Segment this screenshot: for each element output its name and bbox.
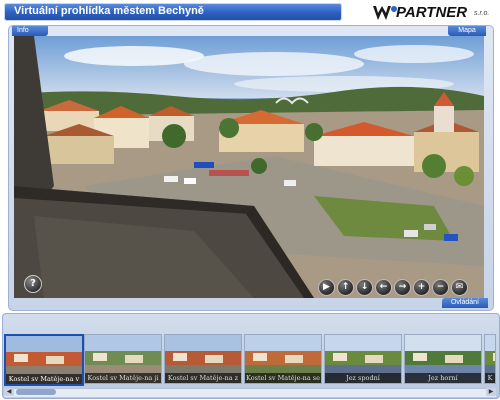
logo-name: PARTNER (396, 4, 468, 21)
window-title: Virtuální prohlídka městem Bechyně (14, 5, 204, 17)
tab-info[interactable]: Info (12, 26, 48, 36)
help-button[interactable]: ? (24, 275, 42, 293)
thumbnail-label: K (485, 373, 495, 383)
thumbnail-label: Kostel sv Matěje-na se (245, 373, 321, 383)
scrollbar-thumb[interactable] (16, 389, 56, 395)
arrow-left-icon[interactable]: ← (375, 279, 392, 296)
arrow-down-icon[interactable]: ↓ (356, 279, 373, 296)
thumbnail-label: Jez horní (405, 373, 481, 383)
mail-icon[interactable]: ✉ (451, 279, 468, 296)
thumbnail-item[interactable]: Kostel sv Matěje-na z (164, 334, 242, 384)
play-icon[interactable]: ▶ (318, 279, 335, 296)
thumbnail-label: Kostel sv Matěje-na v (6, 374, 82, 384)
thumbnail-item[interactable]: Kostel sv Matěje-na se (244, 334, 322, 384)
thumbnail-label: Kostel sv Matěje-na z (165, 373, 241, 383)
logo-suffix: s.r.o. (474, 10, 490, 17)
thumbnail-item[interactable]: Kostel sv Matěje-na ji (84, 334, 162, 384)
title-bar: Virtuální prohlídka městem Bechyně (4, 3, 342, 21)
scroll-left-icon[interactable]: ◀ (4, 388, 14, 396)
thumbnail-label: Jez spodní (325, 373, 401, 383)
thumbnail-item[interactable]: Jez horní (404, 334, 482, 384)
tab-map[interactable]: Mapa (448, 26, 486, 36)
partner-logo-mark (373, 6, 397, 20)
panorama-image[interactable] (14, 36, 484, 298)
partner-logo: PARTNER s.r.o. (372, 4, 498, 24)
tab-controls[interactable]: Ovládání (442, 298, 488, 308)
arrow-right-icon[interactable]: → (394, 279, 411, 296)
thumbnail-item[interactable]: Kostel sv Matěje-na v (4, 334, 84, 386)
arrow-up-icon[interactable]: ↑ (337, 279, 354, 296)
thumbnail-scrollbar[interactable] (4, 388, 496, 397)
zoom-in-icon[interactable]: + (413, 279, 430, 296)
panorama-viewer[interactable] (14, 36, 484, 298)
zoom-out-icon[interactable]: − (432, 279, 449, 296)
thumbnail-item[interactable]: K (484, 334, 496, 384)
thumbnail-label: Kostel sv Matěje-na ji (85, 373, 161, 383)
thumbnail-item[interactable]: Jez spodní (324, 334, 402, 384)
scroll-right-icon[interactable]: ▶ (486, 388, 496, 396)
